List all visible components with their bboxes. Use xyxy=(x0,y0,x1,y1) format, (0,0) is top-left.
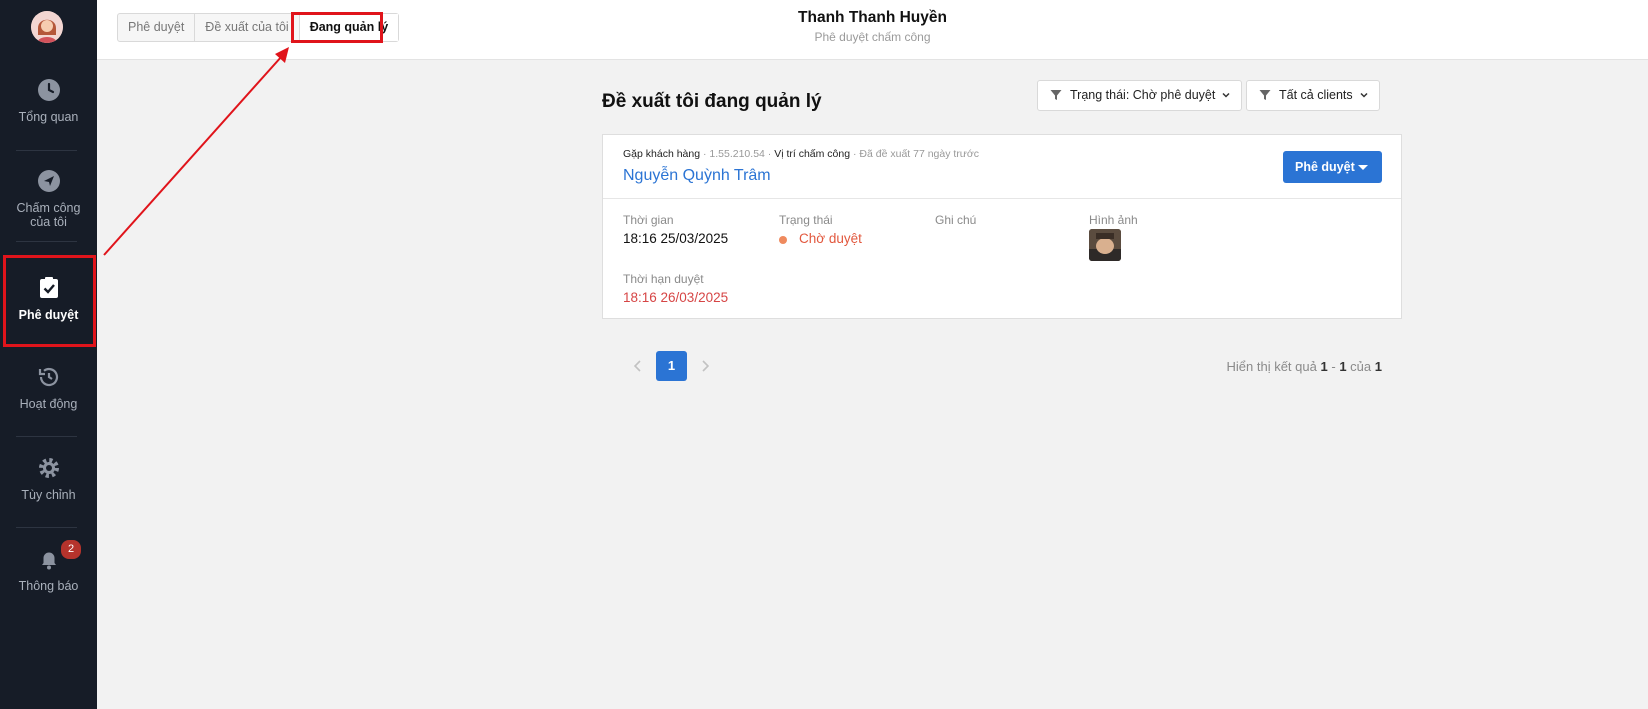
proposal-time-ago: · Đã đề xuất 77 ngày trước xyxy=(853,148,979,160)
status-filter-label: Trạng thái: Chờ phê duyệt xyxy=(1070,88,1216,102)
note-label: Ghi chú xyxy=(935,213,977,227)
navigation-icon xyxy=(37,170,60,192)
proposal-location: Vị trí chấm công xyxy=(774,148,851,160)
approve-button-label: Phê duyệt xyxy=(1295,160,1355,174)
sidebar-item-label: Chấm công của tôi xyxy=(16,201,81,229)
chevron-down-icon xyxy=(1222,92,1230,98)
clients-filter[interactable]: Tất cả clients xyxy=(1246,80,1380,111)
page-title: Đề xuất tôi đang quản lý xyxy=(602,91,822,112)
proposal-ip: · 1.55.210.54 · xyxy=(702,148,772,160)
result-total: 1 xyxy=(1374,359,1382,374)
sidebar-item-label: Tổng quan xyxy=(18,110,79,124)
photo-thumbnail[interactable] xyxy=(1089,229,1121,261)
result-sep: - xyxy=(1331,359,1336,374)
divider xyxy=(16,527,77,528)
sidebar-item-notifications[interactable]: Thông báo xyxy=(0,547,97,593)
sidebar-item-label: Hoạt động xyxy=(19,397,78,411)
page-button-current[interactable]: 1 xyxy=(656,351,687,381)
bell-icon xyxy=(41,552,56,570)
notification-badge: 2 xyxy=(61,540,81,559)
status-filter[interactable]: Trạng thái: Chờ phê duyệt xyxy=(1037,80,1243,111)
time-label: Thời gian xyxy=(623,213,674,227)
result-of: của xyxy=(1350,359,1372,374)
sidebar-item-my-timekeeping[interactable]: Chấm công của tôi xyxy=(0,169,97,229)
deadline-value: 18:16 26/03/2025 xyxy=(623,290,729,305)
clients-filter-label: Tất cả clients xyxy=(1279,88,1353,102)
result-from: 1 xyxy=(1320,359,1328,374)
highlight-box-managing-tab xyxy=(291,12,383,43)
sidebar-item-activity[interactable]: Hoạt động xyxy=(0,365,97,411)
approve-button[interactable]: Phê duyệt xyxy=(1283,151,1382,183)
user-avatar[interactable] xyxy=(31,11,63,43)
status-value: Chờ duyệt xyxy=(799,231,862,246)
chevron-right-icon[interactable] xyxy=(699,359,711,373)
gear-icon xyxy=(38,458,59,478)
sidebar: Tổng quan Chấm công của tôi Phê duyệt Ho… xyxy=(0,0,97,709)
filter-icon xyxy=(1050,90,1062,100)
result-prefix: Hiển thị kết quả xyxy=(1226,359,1317,374)
caret-down-icon xyxy=(1358,165,1368,170)
time-value: 18:16 25/03/2025 xyxy=(623,231,729,246)
divider xyxy=(16,150,77,151)
filter-icon xyxy=(1259,90,1271,100)
divider xyxy=(16,436,77,437)
proposal-card: Gặp khách hàng · 1.55.210.54 · Vị trí ch… xyxy=(602,134,1402,319)
chevron-down-icon xyxy=(1360,92,1368,98)
highlight-box-approval xyxy=(3,255,96,347)
chevron-left-icon[interactable] xyxy=(632,359,644,373)
result-to: 1 xyxy=(1339,359,1347,374)
proposal-meta: Gặp khách hàng · 1.55.210.54 · Vị trí ch… xyxy=(623,148,979,160)
proposal-category: Gặp khách hàng xyxy=(623,148,701,160)
employee-name-link[interactable]: Nguyễn Quỳnh Trâm xyxy=(623,167,771,185)
status-dot xyxy=(779,236,787,244)
history-icon xyxy=(38,367,58,387)
sidebar-item-label: Thông báo xyxy=(18,579,79,593)
result-summary: Hiển thị kết quả 1 - 1 của 1 xyxy=(1227,359,1382,374)
annotation-arrow xyxy=(103,47,289,256)
deadline-label: Thời hạn duyệt xyxy=(623,272,704,286)
card-header: Gặp khách hàng · 1.55.210.54 · Vị trí ch… xyxy=(603,135,1401,199)
status-label: Trạng thái xyxy=(779,213,833,227)
clock-icon xyxy=(37,79,60,101)
divider xyxy=(16,241,77,242)
image-label: Hình ảnh xyxy=(1089,213,1138,227)
sidebar-item-overview[interactable]: Tổng quan xyxy=(0,78,97,124)
sidebar-item-label: Tùy chỉnh xyxy=(21,488,76,502)
sidebar-item-settings[interactable]: Tùy chỉnh xyxy=(0,456,97,502)
